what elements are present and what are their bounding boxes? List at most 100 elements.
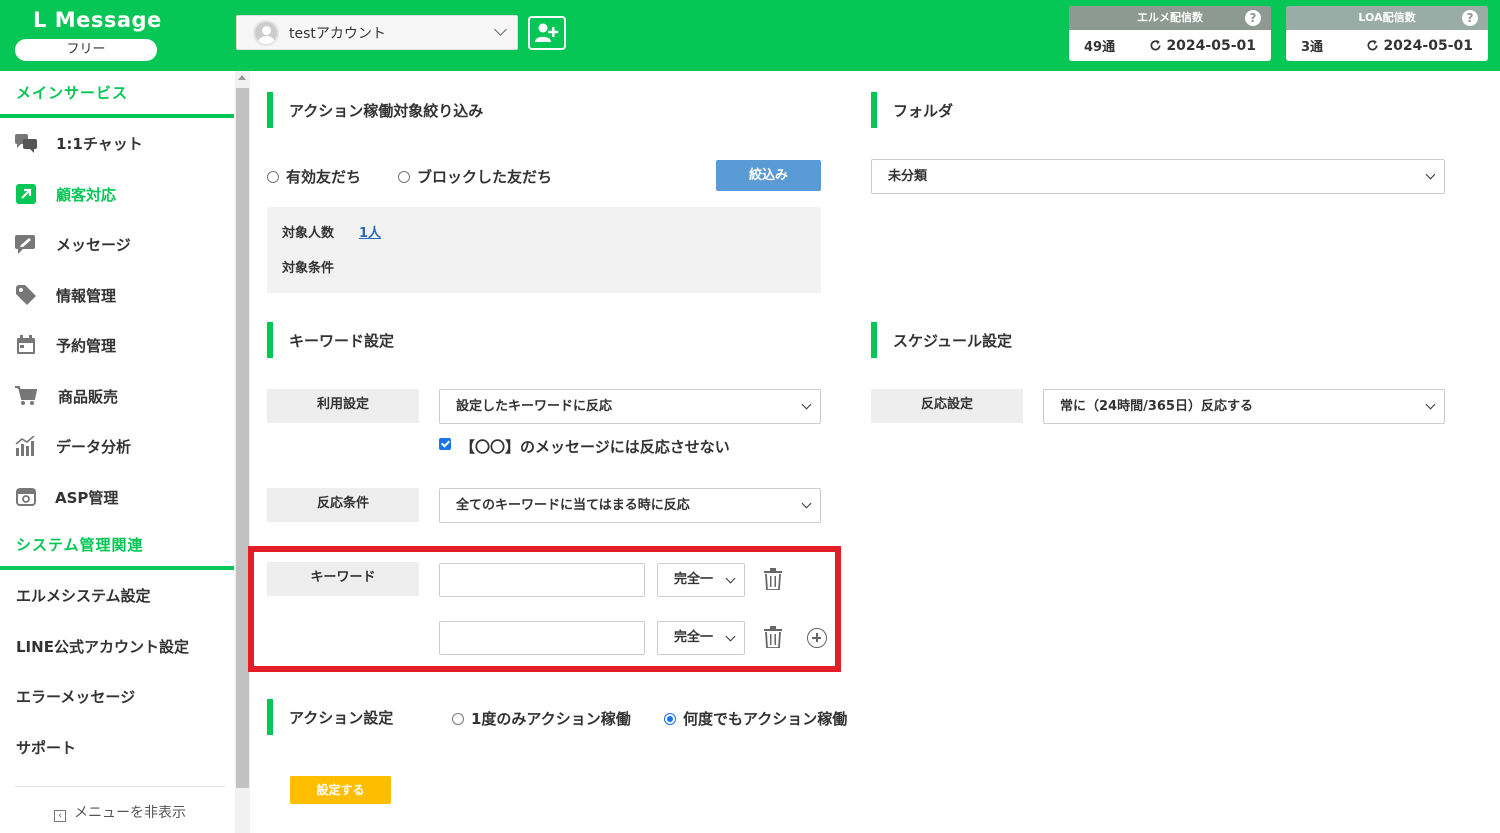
radio-label: ブロックした友だち	[417, 168, 553, 186]
loa-quota-title: LOA配信数	[1358, 11, 1416, 24]
external-link-icon	[15, 183, 37, 205]
condition-select[interactable]: 全てのキーワードに当てはまる時に反応	[439, 488, 821, 523]
section-divider	[0, 114, 234, 118]
radio-action-always[interactable]: 何度でもアクション稼働	[664, 708, 847, 729]
collapse-icon: ‹	[54, 810, 66, 822]
radio-circle[interactable]	[398, 171, 410, 183]
heading-accent	[267, 92, 273, 128]
condition-label: 反応条件	[267, 488, 419, 522]
sidebar-item-analytics[interactable]: データ分析	[0, 426, 234, 466]
sidebar-item-customer[interactable]: 顧客対応	[0, 174, 234, 214]
loa-quota-date: 2024-05-01	[1383, 37, 1473, 54]
folder-select[interactable]: 未分類	[871, 159, 1445, 194]
heading-accent	[871, 92, 877, 128]
refresh-icon[interactable]	[1149, 39, 1162, 52]
elme-quota-title: エルメ配信数	[1137, 11, 1203, 24]
asp-icon	[15, 486, 37, 508]
help-icon[interactable]: ?	[1462, 10, 1478, 26]
elme-quota-count: 49通	[1084, 40, 1116, 55]
radio-action-once[interactable]: 1度のみアクション稼働	[452, 708, 631, 729]
highlight-frame	[248, 546, 841, 672]
response-label: 反応設定	[871, 389, 1023, 423]
elme-quota-date: 2024-05-01	[1166, 37, 1256, 54]
tag-icon	[15, 284, 37, 306]
schedule-heading: スケジュール設定	[871, 322, 1012, 358]
action-heading-text: アクション設定	[289, 708, 394, 727]
section-system: システム管理関連	[16, 536, 144, 554]
account-select[interactable]: testアカウント	[236, 15, 518, 50]
sidebar-item-asp[interactable]: ASP管理	[0, 477, 234, 517]
keyword-heading: キーワード設定	[267, 322, 394, 358]
sidebar-item-label: データ分析	[56, 437, 132, 456]
condition-selected-value: 全てのキーワードに当てはまる時に反応	[456, 498, 690, 513]
sidebar-item-elme-settings[interactable]: エルメシステム設定	[16, 585, 151, 606]
target-summary: 対象人数 1人 対象条件	[267, 207, 821, 293]
sidebar-item-label: ASP管理	[55, 488, 119, 507]
radio-label: 有効友だち	[286, 168, 362, 186]
sidebar-item-label: 顧客対応	[56, 185, 117, 204]
filter-heading-text: アクション稼働対象絞り込み	[289, 101, 484, 120]
heading-accent	[267, 322, 273, 358]
radio-circle-selected[interactable]	[664, 713, 676, 725]
radio-circle[interactable]	[267, 171, 279, 183]
chevron-down-icon	[1425, 169, 1436, 180]
add-user-button[interactable]	[528, 16, 566, 50]
submit-button[interactable]: 設定する	[290, 776, 391, 804]
folder-heading-text: フォルダ	[893, 101, 954, 120]
usage-label: 利用設定	[267, 389, 419, 423]
sidebar-item-error-messages[interactable]: エラーメッセージ	[16, 686, 135, 707]
radio-active-friends[interactable]: 有効友だち	[267, 166, 361, 187]
radio-blocked-friends[interactable]: ブロックした友だち	[398, 166, 552, 187]
plan-badge: フリー	[15, 39, 157, 61]
response-selected-value: 常に（24時間/365日）反応する	[1060, 399, 1253, 414]
scroll-up-icon[interactable]	[238, 75, 246, 80]
radio-label: 1度のみアクション稼働	[471, 710, 631, 728]
response-select[interactable]: 常に（24時間/365日）反応する	[1043, 389, 1445, 424]
sidebar-item-line-settings[interactable]: LINE公式アカウント設定	[16, 636, 189, 657]
refresh-icon[interactable]	[1366, 39, 1379, 52]
app-header: L Message フリー testアカウント エルメ配信数 ? 49通 202…	[0, 0, 1500, 71]
folder-heading: フォルダ	[871, 92, 953, 128]
sidebar-item-chat[interactable]: 1:1チャット	[0, 123, 234, 163]
usage-selected-value: 設定したキーワードに反応	[456, 399, 613, 414]
chevron-down-icon	[801, 498, 812, 509]
target-count-link[interactable]: 1人	[359, 222, 381, 241]
hide-menu-button[interactable]: ‹ メニューを非表示	[15, 786, 225, 822]
app-logo[interactable]: L Message	[33, 8, 162, 32]
avatar-icon	[253, 19, 279, 46]
action-heading: アクション設定	[267, 699, 393, 735]
help-icon[interactable]: ?	[1245, 10, 1261, 26]
hide-menu-label: メニューを非表示	[74, 805, 186, 821]
folder-selected-value: 未分類	[888, 169, 928, 184]
section-main-services: メインサービス	[16, 84, 129, 102]
sidebar-item-label: 1:1チャット	[56, 134, 143, 153]
calendar-icon	[15, 334, 37, 356]
chevron-down-icon	[494, 23, 507, 36]
loa-quota-count: 3通	[1301, 40, 1324, 55]
usage-select[interactable]: 設定したキーワードに反応	[439, 389, 821, 424]
chat-icon	[15, 132, 37, 154]
sidebar-item-info[interactable]: 情報管理	[0, 275, 234, 315]
sidebar-item-reservation[interactable]: 予約管理	[0, 325, 234, 365]
heading-accent	[267, 699, 273, 735]
filter-heading: アクション稼働対象絞り込み	[267, 92, 483, 128]
filter-button[interactable]: 絞込み	[716, 160, 821, 191]
sidebar-item-support[interactable]: サポート	[16, 737, 76, 758]
sidebar-item-label: 情報管理	[56, 286, 117, 305]
chevron-down-icon	[801, 399, 812, 410]
sidebar-item-sales[interactable]: 商品販売	[0, 376, 234, 416]
target-count-label: 対象人数	[282, 226, 335, 241]
heading-accent	[871, 322, 877, 358]
sidebar-scrollbar-thumb[interactable]	[236, 88, 249, 788]
add-user-icon	[535, 23, 559, 42]
message-edit-icon	[15, 233, 37, 255]
radio-label: 何度でもアクション稼働	[683, 710, 848, 728]
chart-icon	[15, 435, 37, 457]
chevron-down-icon	[1425, 399, 1436, 410]
radio-circle[interactable]	[452, 713, 464, 725]
sidebar-item-message[interactable]: メッセージ	[0, 224, 234, 264]
loa-quota-panel: LOA配信数 ? 3通 2024-05-01	[1286, 6, 1488, 61]
elme-quota-panel: エルメ配信数 ? 49通 2024-05-01	[1069, 6, 1271, 61]
sidebar-item-label: 商品販売	[58, 387, 119, 406]
ignore-message-checkbox[interactable]	[439, 438, 451, 450]
